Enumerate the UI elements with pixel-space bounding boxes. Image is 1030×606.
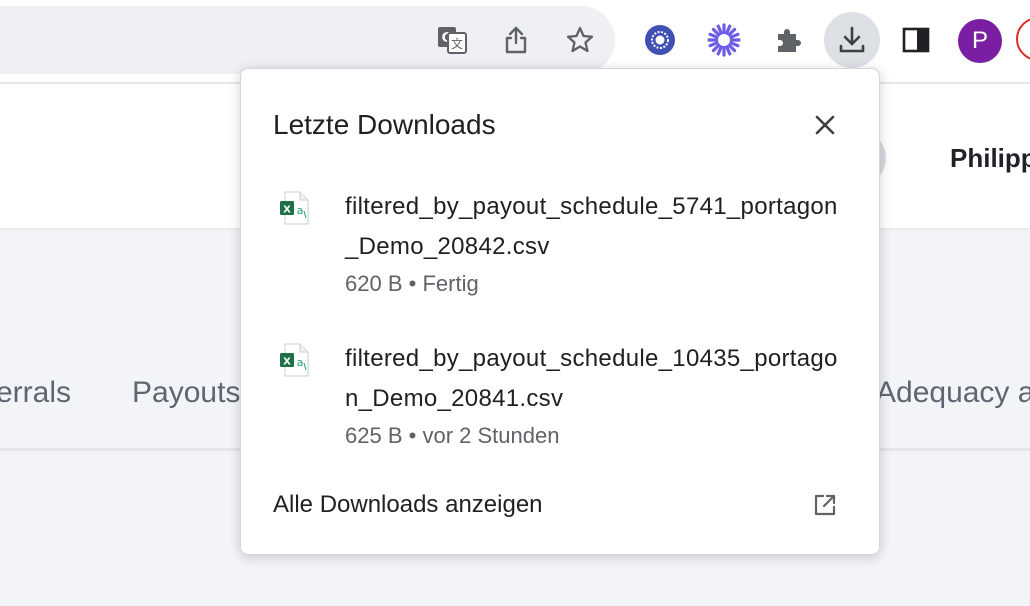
downloads-popup: Letzte Downloads X a filtered_by_payout_… bbox=[240, 68, 880, 555]
downloads-icon[interactable] bbox=[824, 12, 880, 68]
tab-adequacy[interactable]: Adequacy a bbox=[876, 376, 1030, 410]
extension-burst-icon[interactable] bbox=[704, 20, 744, 60]
extension-circle-icon[interactable] bbox=[640, 20, 680, 60]
user-name[interactable]: Philipp bbox=[950, 143, 1030, 174]
download-item[interactable]: X a filtered_by_payout_schedule_10435_po… bbox=[241, 325, 881, 455]
download-filename[interactable]: filtered_by_payout_schedule_5741_portago… bbox=[345, 187, 845, 267]
download-meta: 620 B • Fertig bbox=[345, 271, 479, 297]
csv-file-icon: X a bbox=[279, 343, 311, 377]
open-downloads-page-button[interactable] bbox=[809, 489, 841, 521]
translate-icon[interactable]: G 文 bbox=[432, 20, 472, 60]
share-icon[interactable] bbox=[496, 20, 536, 60]
download-size: 625 B bbox=[345, 423, 403, 448]
close-icon bbox=[815, 115, 835, 135]
secondary-avatar[interactable] bbox=[1016, 17, 1030, 61]
extensions-puzzle-icon[interactable] bbox=[768, 20, 808, 60]
side-panel-icon[interactable] bbox=[896, 20, 936, 60]
download-status: vor 2 Stunden bbox=[422, 423, 560, 448]
profile-avatar[interactable]: P bbox=[958, 19, 1002, 63]
svg-text:文: 文 bbox=[451, 36, 463, 51]
open-external-icon bbox=[814, 494, 836, 516]
tab-referrals[interactable]: errals bbox=[0, 376, 71, 410]
download-size: 620 B bbox=[345, 271, 403, 296]
bookmark-star-icon[interactable] bbox=[560, 20, 600, 60]
svg-text:X: X bbox=[283, 357, 291, 368]
download-item[interactable]: X a filtered_by_payout_schedule_5741_por… bbox=[241, 173, 881, 303]
svg-text:a: a bbox=[297, 204, 304, 217]
profile-initial: P bbox=[971, 27, 988, 54]
popup-title: Letzte Downloads bbox=[273, 109, 496, 140]
svg-text:a: a bbox=[297, 356, 304, 369]
download-filename[interactable]: filtered_by_payout_schedule_10435_portag… bbox=[345, 339, 845, 419]
tab-payouts[interactable]: Payouts bbox=[132, 376, 240, 410]
meta-separator: • bbox=[408, 423, 417, 448]
show-all-downloads-link[interactable]: Alle Downloads anzeigen bbox=[273, 491, 543, 519]
csv-file-icon: X a bbox=[279, 191, 311, 225]
download-meta: 625 B • vor 2 Stunden bbox=[345, 423, 559, 449]
svg-text:X: X bbox=[283, 205, 291, 216]
meta-separator: • bbox=[408, 271, 417, 296]
close-button[interactable] bbox=[807, 107, 843, 143]
download-status: Fertig bbox=[422, 271, 479, 296]
